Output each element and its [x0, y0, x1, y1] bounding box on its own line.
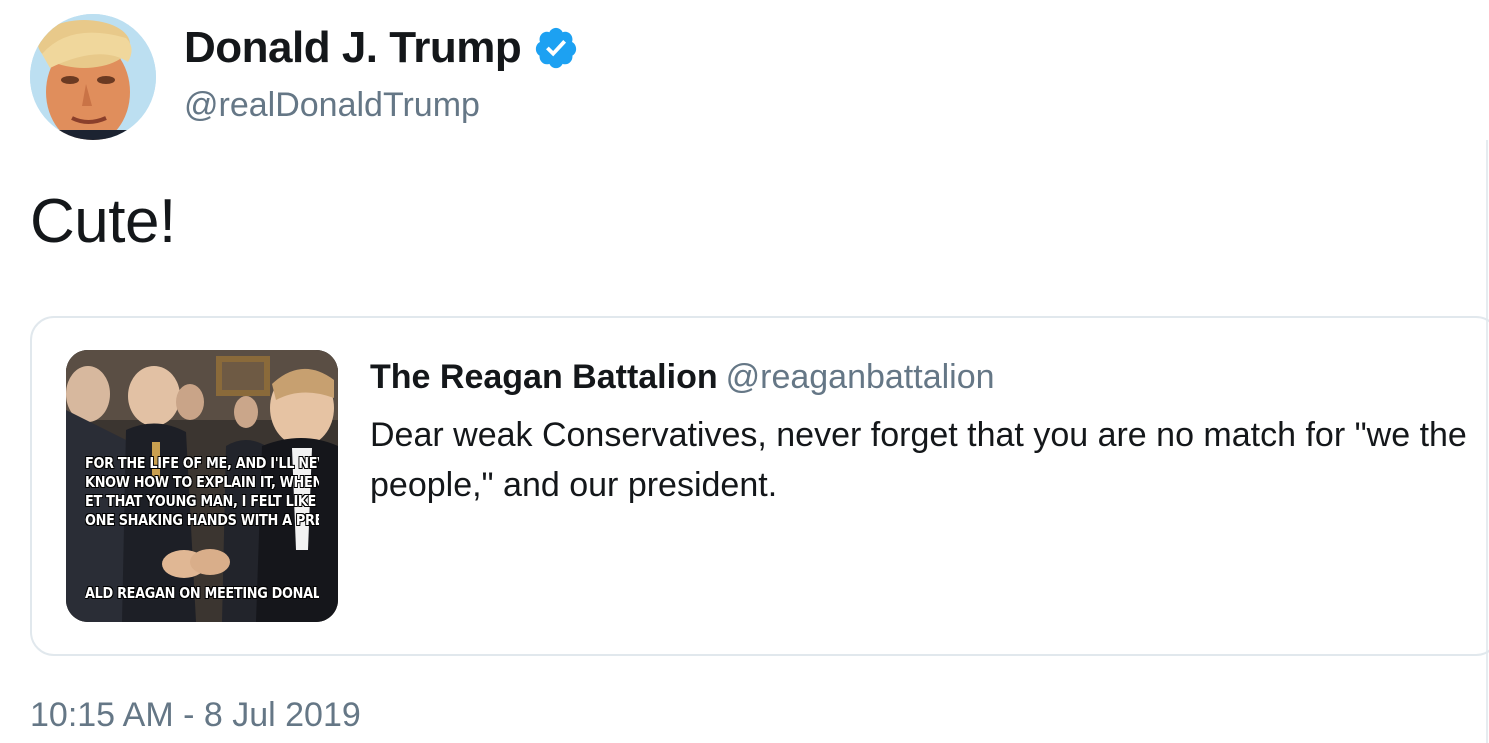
author-display-name[interactable]: Donald J. Trump	[184, 23, 522, 73]
media-caption-line: FOR THE LIFE OF ME, AND I'LL NEVER	[85, 454, 319, 472]
tweet-timestamp[interactable]: 10:15 AM - 8 Jul 2019	[30, 696, 361, 735]
avatar[interactable]	[30, 14, 156, 140]
author-handle[interactable]: @realDonaldTrump	[184, 86, 480, 125]
media-caption-line: KNOW HOW TO EXPLAIN IT, WHEN I	[85, 473, 319, 491]
media-caption-line: ONE SHAKING HANDS WITH A PRESI	[85, 511, 319, 529]
quoted-tweet-media[interactable]: FOR THE LIFE OF ME, AND I'LL NEVER KNOW …	[66, 350, 338, 622]
quoted-tweet-card[interactable]: FOR THE LIFE OF ME, AND I'LL NEVER KNOW …	[30, 316, 1489, 656]
tweet-text: Cute!	[30, 187, 176, 256]
media-caption-line: ET THAT YOUNG MAN, I FELT LIKE I W	[85, 492, 319, 510]
media-attribution: ALD REAGAN ON MEETING DONALD T	[85, 584, 319, 602]
quoted-author-handle[interactable]: @reaganbattalion	[726, 358, 995, 396]
quoted-author-display-name[interactable]: The Reagan Battalion	[370, 358, 718, 396]
avatar-image	[30, 14, 156, 140]
quoted-tweet-header: The Reagan Battalion @reaganbattalion	[370, 358, 995, 397]
verified-badge-icon	[536, 27, 577, 69]
quoted-tweet-text: Dear weak Conservatives, never forget th…	[370, 416, 1467, 504]
author-name-row: Donald J. Trump	[184, 20, 579, 76]
